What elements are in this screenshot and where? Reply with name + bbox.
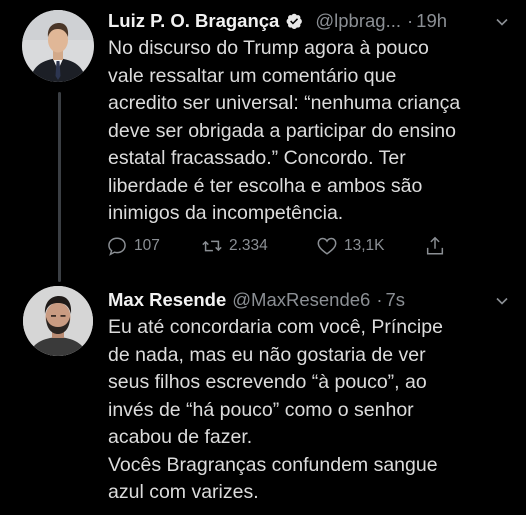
separator-dot: · xyxy=(407,10,414,31)
chevron-down-icon[interactable] xyxy=(494,292,510,308)
reply-count: 107 xyxy=(134,237,160,254)
chevron-down-icon[interactable] xyxy=(494,13,510,29)
retweet-icon xyxy=(202,240,222,252)
author-handle[interactable]: @lpbrag... xyxy=(315,10,401,32)
tweet-header: Luiz P. O. Bragança @lpbrag... · 19h xyxy=(108,8,512,34)
retweet-count: 2.334 xyxy=(229,237,268,254)
thread-connector-line xyxy=(58,92,61,282)
share-icon xyxy=(426,236,444,255)
tweet-actions: 107 2.334 13,1K xyxy=(106,233,451,259)
separator-dot: · xyxy=(376,289,383,310)
heart-icon xyxy=(317,237,337,255)
author-name[interactable]: Luiz P. O. Bragança xyxy=(108,10,279,32)
tweet-timestamp[interactable]: 19h xyxy=(416,10,447,32)
avatar[interactable] xyxy=(23,286,93,356)
author-handle[interactable]: @MaxResende6 xyxy=(232,289,370,311)
tweet-timestamp[interactable]: 7s xyxy=(386,289,406,311)
tweet-header: Max Resende @MaxResende6 · 7s xyxy=(108,287,512,313)
share-button[interactable] xyxy=(424,233,446,259)
like-count: 13,1K xyxy=(344,237,385,254)
reply-button[interactable]: 107 xyxy=(106,233,160,259)
like-button[interactable]: 13,1K xyxy=(316,233,385,259)
tweet-text: No discurso do Trump agora à pouco vale … xyxy=(108,37,461,224)
author-name[interactable]: Max Resende xyxy=(108,289,226,311)
avatar[interactable] xyxy=(22,10,94,82)
retweet-button[interactable]: 2.334 xyxy=(201,233,268,259)
reply-icon xyxy=(108,237,126,256)
verified-badge-icon xyxy=(285,12,303,30)
tweet-text: Eu até concordaria com você, Príncipe de… xyxy=(108,316,443,503)
